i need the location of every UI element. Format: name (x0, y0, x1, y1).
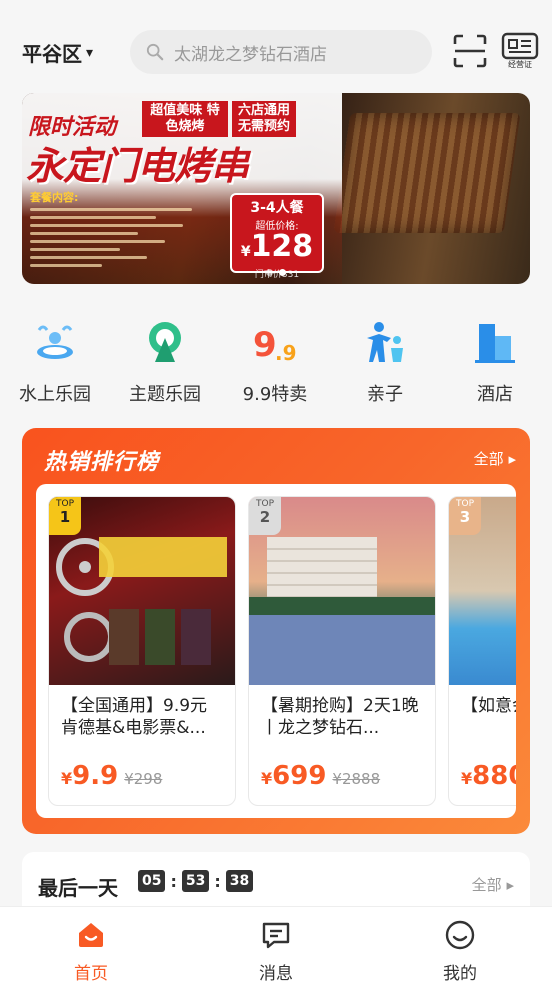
ranking-card-price: 699 (272, 761, 327, 791)
hot-ranking-title: 热销排行榜 (44, 450, 160, 475)
message-icon (262, 922, 290, 949)
region-label: 平谷区 (22, 42, 82, 66)
banner-tag-1: 超值美味 特色烧烤 (142, 101, 228, 137)
countdown-minutes: 53 (181, 870, 210, 892)
search-icon (146, 43, 164, 61)
countdown-timer: 05 : 53 : 38 (138, 870, 254, 892)
promo-banner[interactable]: 限时活动 超值美味 特色烧烤 六店通用 无需预约 永定门电烤串 套餐内容: 3-… (22, 93, 530, 284)
banner-menu-list (30, 203, 210, 272)
ranking-card-original-price: ¥2888 (332, 770, 381, 788)
category-water-park[interactable]: 水上乐园 (0, 318, 110, 406)
category-label: 水上乐园 (19, 384, 91, 405)
ranking-card-price: 9.9 (72, 761, 119, 791)
svg-text:.9: .9 (275, 341, 297, 365)
category-label: 9.9特卖 (242, 384, 308, 405)
countdown-seconds: 38 (225, 870, 254, 892)
banner-headline: 永定门电烤串 (26, 144, 249, 188)
chevron-down-icon: ▾ (86, 44, 94, 61)
category-hotel[interactable]: 酒店 (440, 318, 550, 406)
license-label: 经营证 (508, 60, 532, 69)
ranking-card-image: TOP 2 (249, 497, 435, 685)
top-bar: 平谷区 ▾ 太湖龙之梦钻石酒店 经营证 (0, 0, 552, 90)
nav-messages[interactable]: 消息 (221, 919, 331, 981)
banner-dot-active[interactable] (279, 269, 286, 276)
water-park-icon (37, 325, 73, 359)
region-selector[interactable]: 平谷区 ▾ (22, 38, 93, 67)
bottom-nav: 首页 消息 我的 (0, 906, 552, 981)
category-grid: 水上乐园 主题乐园 9 .9 9.9特卖 亲子 酒店 (0, 318, 552, 408)
chevron-right-icon: ▸ (501, 876, 514, 894)
category-sale-99[interactable]: 9 .9 9.9特卖 (220, 318, 330, 406)
ranking-card-image: TOP 1 (49, 497, 235, 685)
ranking-card-name: 【全国通用】9.9元肯德基&电影票&... (61, 696, 208, 738)
chevron-right-icon: ▸ (503, 450, 516, 468)
last-day-all-link[interactable]: 全部 ▸ (472, 874, 514, 895)
skewer-grill-image (333, 113, 521, 233)
ranking-card-original-price: ¥298 (124, 770, 163, 788)
ranking-card-prices: ¥ 880 (461, 761, 516, 791)
search-placeholder: 太湖龙之梦钻石酒店 (174, 44, 327, 65)
ranking-card-name: 【暑期抢购】2天1晚丨龙之梦钻石... (261, 696, 419, 738)
nav-label: 消息 (259, 964, 293, 981)
banner-price-box: 3-4人餐 超低价格: ¥128 门市价331 (230, 193, 324, 280)
hot-ranking-list: TOP 1 【全国通用】9.9元肯德基&电影票&... ¥ 9.9 ¥298 T… (36, 484, 516, 818)
category-theme-park[interactable]: 主题乐园 (110, 318, 220, 406)
ranking-card-name: 【如意会员 (461, 696, 516, 716)
category-label: 酒店 (477, 384, 513, 405)
hotel-icon (475, 324, 515, 363)
countdown-hours: 05 (138, 870, 166, 892)
parent-child-icon (367, 322, 403, 362)
banner-pagination (266, 269, 286, 276)
last-day-title: 最后一天 (38, 876, 118, 900)
home-icon (79, 923, 103, 947)
nav-label: 我的 (443, 964, 477, 981)
rank-badge: TOP 3 (449, 497, 481, 535)
ranking-card[interactable]: TOP 1 【全国通用】9.9元肯德基&电影票&... ¥ 9.9 ¥298 (48, 496, 236, 806)
business-license-button[interactable]: 经营证 (500, 32, 540, 72)
ranking-card-price: 880 (472, 761, 516, 791)
category-label: 主题乐园 (129, 384, 201, 405)
theme-park-icon (149, 322, 181, 362)
license-icon (501, 32, 539, 60)
banner-dot[interactable] (266, 269, 273, 276)
ranking-card[interactable]: TOP 2 【暑期抢购】2天1晚丨龙之梦钻石... ¥ 699 ¥2888 (248, 496, 436, 806)
hot-ranking-section: 热销排行榜 全部 ▸ TOP 1 【全国通用】9.9元肯德基&电影票&... ¥… (22, 428, 530, 834)
profile-icon (445, 920, 475, 950)
category-label: 亲子 (367, 384, 403, 405)
search-bar[interactable]: 太湖龙之梦钻石酒店 (130, 30, 432, 74)
rank-badge: TOP 2 (249, 497, 281, 535)
nav-profile[interactable]: 我的 (405, 919, 515, 981)
svg-text:9: 9 (253, 325, 277, 365)
ranking-card[interactable]: TOP 3 【如意会员 ¥ 880 (448, 496, 516, 806)
ranking-card-prices: ¥ 9.9 ¥298 (61, 761, 163, 791)
banner-tag-2: 六店通用 无需预约 (232, 101, 296, 137)
nav-label: 首页 (74, 964, 108, 981)
ranking-card-image: TOP 3 (449, 497, 516, 685)
ranking-card-prices: ¥ 699 ¥2888 (261, 761, 381, 791)
banner-price: ¥128 (240, 229, 314, 264)
hot-ranking-all-link[interactable]: 全部 ▸ (474, 448, 516, 469)
banner-people: 3-4人餐 (250, 200, 304, 216)
sale-99-icon: 9 .9 (253, 325, 297, 365)
scan-icon[interactable] (452, 33, 488, 69)
app-page: 平谷区 ▾ 太湖龙之梦钻石酒店 经营证 限时活动 超值美味 特色烧烤 六店通用 … (0, 0, 552, 981)
nav-home[interactable]: 首页 (36, 919, 146, 981)
rank-badge: TOP 1 (49, 497, 81, 535)
category-parent-child[interactable]: 亲子 (330, 318, 440, 406)
